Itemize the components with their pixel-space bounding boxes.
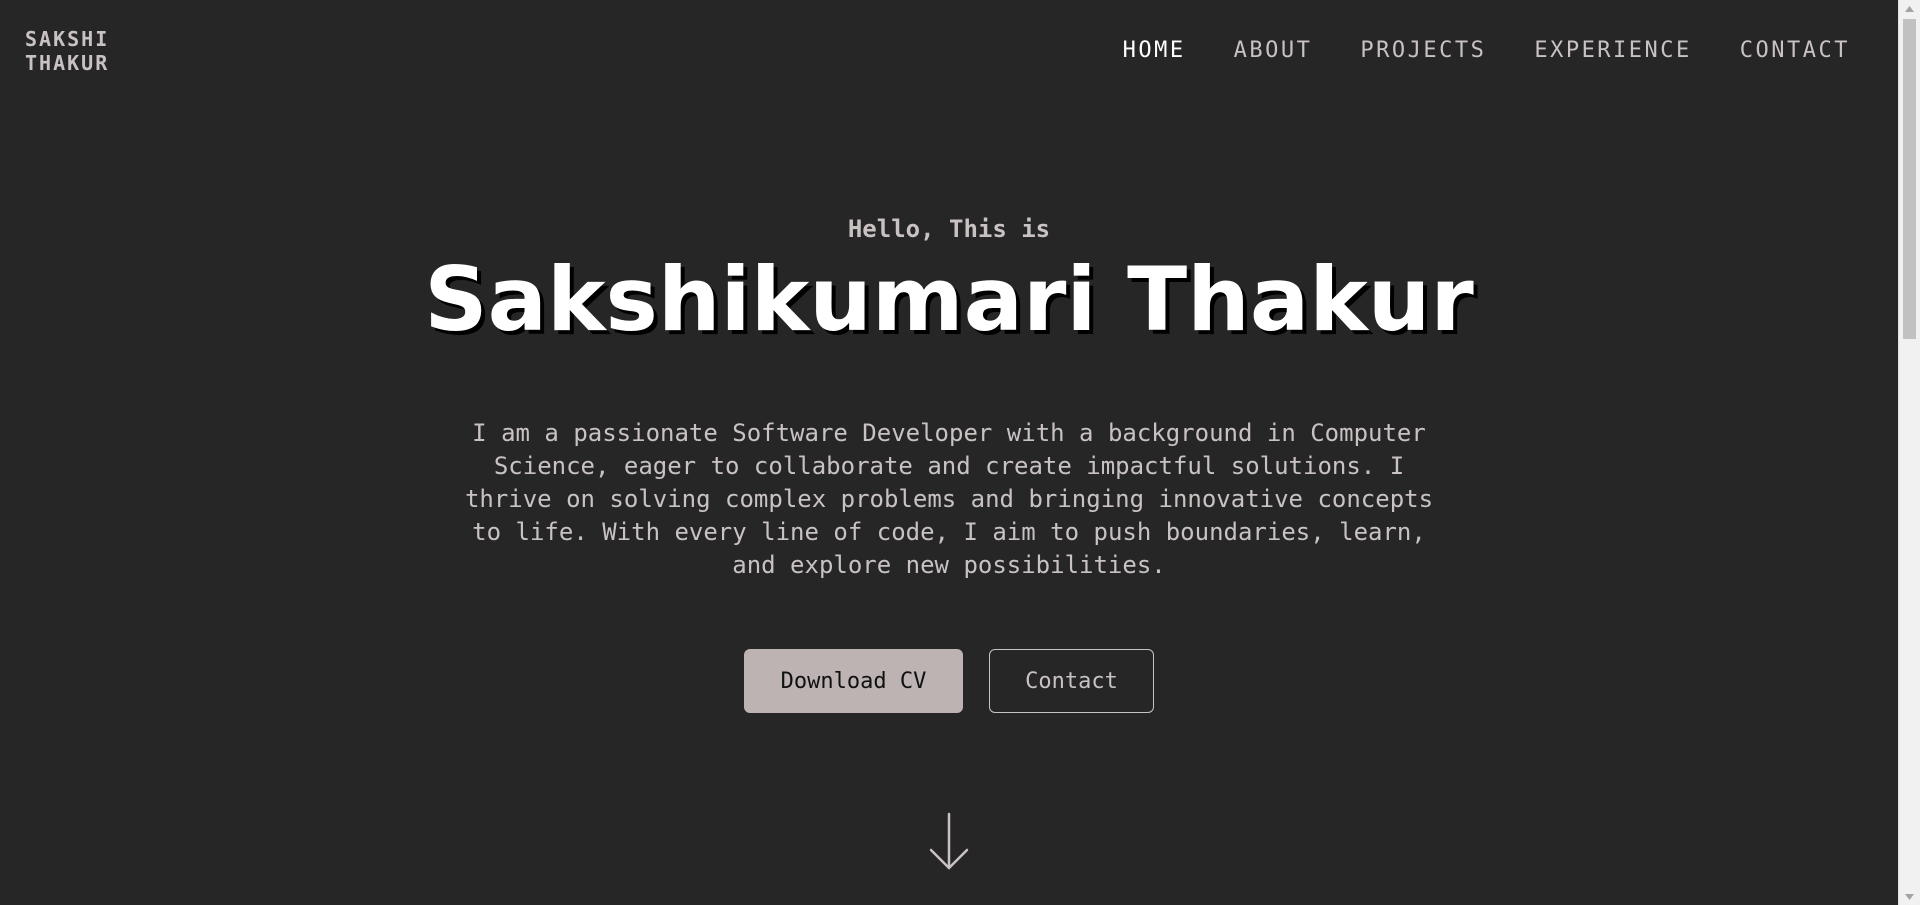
logo-line-1: SAKSHI [25, 27, 110, 51]
hero-name: Sakshikumari Thakur [424, 248, 1474, 351]
nav-home[interactable]: HOME [1123, 38, 1186, 63]
nav-contact[interactable]: CONTACT [1740, 38, 1850, 63]
hero-greeting: Hello, This is [847, 215, 1051, 243]
nav-experience[interactable]: EXPERIENCE [1534, 38, 1691, 63]
site-logo[interactable]: SAKSHI THAKUR [25, 27, 109, 75]
nav-about[interactable]: ABOUT [1234, 38, 1313, 63]
page: SAKSHI THAKUR HOME ABOUT PROJECTS EXPERI… [0, 0, 1920, 905]
logo-line-2: THAKUR [25, 51, 110, 75]
download-cv-button[interactable]: Download CV [744, 649, 963, 713]
hero-bio: I am a passionate Software Developer wit… [464, 419, 1434, 579]
scroll-down-icon[interactable] [1899, 888, 1920, 905]
nav-projects[interactable]: PROJECTS [1360, 38, 1486, 63]
scrollbar[interactable] [1898, 0, 1920, 905]
arrow-down-icon[interactable] [929, 812, 969, 872]
hero-buttons: Download CV Contact [0, 649, 1898, 713]
main-nav: HOME ABOUT PROJECTS EXPERIENCE CONTACT [1123, 38, 1850, 63]
scroll-up-icon[interactable] [1899, 0, 1920, 17]
scroll-thumb[interactable] [1903, 19, 1916, 339]
contact-button[interactable]: Contact [989, 649, 1154, 713]
